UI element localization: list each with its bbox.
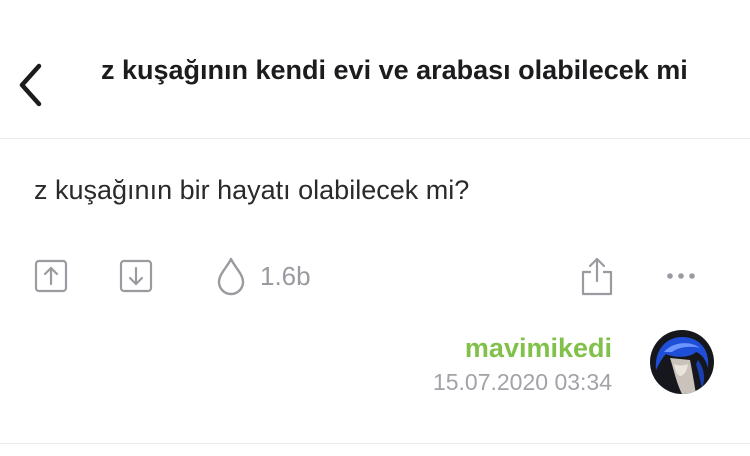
- share-icon: [581, 257, 613, 296]
- avatar[interactable]: [650, 330, 714, 394]
- topic-title[interactable]: z kuşağının kendi evi ve arabası olabile…: [101, 53, 721, 87]
- share-button[interactable]: [580, 252, 614, 300]
- upvote-icon: [34, 259, 68, 293]
- favorite-count[interactable]: 1.6b: [260, 261, 311, 292]
- avatar-image: [650, 330, 714, 394]
- chevron-left-icon: [19, 63, 42, 107]
- downvote-button[interactable]: [119, 252, 153, 300]
- more-icon: [667, 273, 695, 279]
- back-button[interactable]: [10, 60, 50, 110]
- favorite-button[interactable]: 1.6b: [216, 252, 311, 300]
- downvote-icon: [119, 259, 153, 293]
- author-name[interactable]: mavimikedi: [433, 330, 612, 366]
- more-options-button[interactable]: [666, 252, 696, 300]
- topic-header: z kuşağının kendi evi ve arabası olabile…: [0, 0, 750, 139]
- entry-action-bar: 1.6b: [0, 252, 750, 300]
- drop-icon: [217, 257, 245, 296]
- entry-author-info: mavimikedi 15.07.2020 03:34: [433, 330, 612, 398]
- entry-divider: [0, 443, 750, 444]
- entry-text: z kuşağının bir hayatı olabilecek mi?: [34, 175, 470, 205]
- upvote-button[interactable]: [34, 252, 68, 300]
- entry-date[interactable]: 15.07.2020 03:34: [433, 366, 612, 398]
